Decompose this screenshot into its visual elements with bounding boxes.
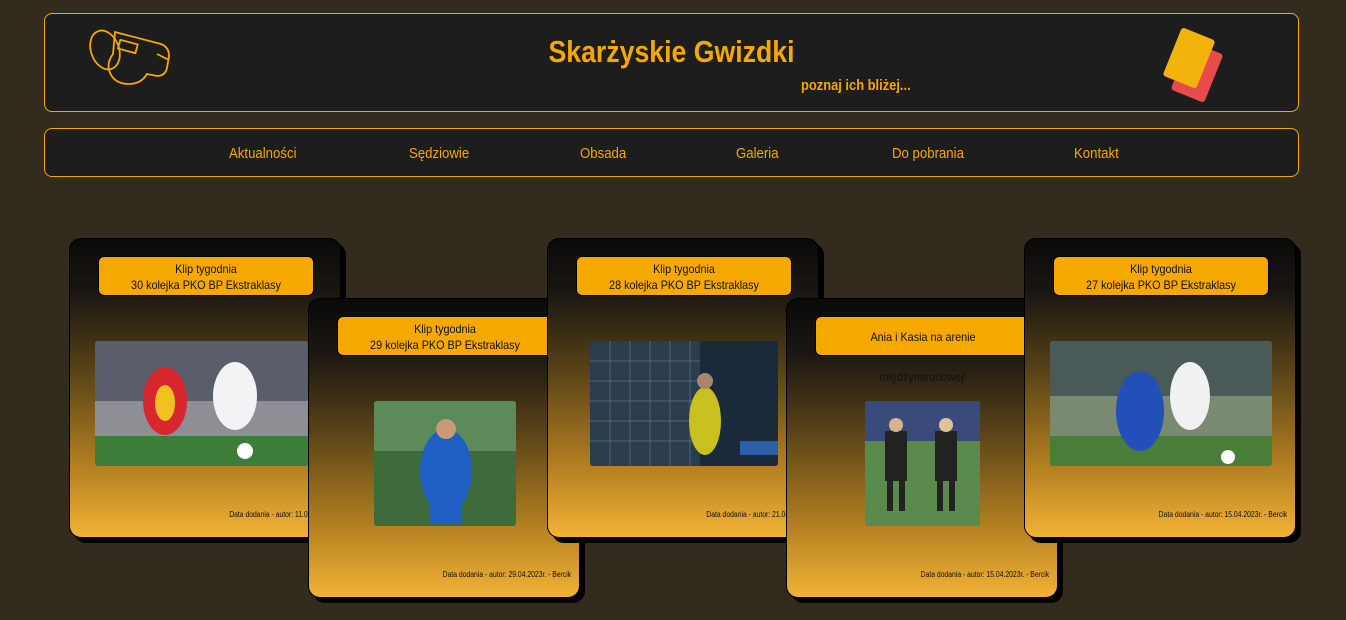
- main-nav: Aktualności Sędziowie Obsada Galeria Do …: [44, 128, 1299, 177]
- card-title-line1: Klip tygodnia: [1130, 262, 1192, 276]
- card-meta: Data dodania - autor: 15.04.2023r. - Ber…: [1158, 510, 1287, 519]
- card-title-line2: 30 kolejka PKO BP Ekstraklasy: [131, 278, 281, 292]
- card-title-line2: 28 kolejka PKO BP Ekstraklasy: [609, 278, 759, 292]
- card-title: Klip tygodnia 29 kolejka PKO BP Ekstrakl…: [337, 316, 553, 356]
- news-card[interactable]: Klip tygodnia 28 kolejka PKO BP Ekstrakl…: [547, 238, 819, 538]
- card-title-line1: Ania i Kasia na arenie międzynarodowej!: [870, 330, 976, 384]
- card-photo[interactable]: [1050, 341, 1272, 466]
- card-title-line2: 29 kolejka PKO BP Ekstraklasy: [370, 338, 520, 352]
- card-title-line1: Klip tygodnia: [414, 322, 476, 336]
- card-title: Klip tygodnia 27 kolejka PKO BP Ekstrakl…: [1053, 256, 1269, 296]
- card-title-line1: Klip tygodnia: [653, 262, 715, 276]
- card-meta: Data dodania - autor: 15.04.2023r. - Ber…: [920, 570, 1049, 579]
- card-photo[interactable]: [590, 341, 778, 466]
- card-title-line2: 27 kolejka PKO BP Ekstraklasy: [1086, 278, 1236, 292]
- news-card[interactable]: Klip tygodnia 30 kolejka PKO BP Ekstrakl…: [69, 238, 341, 538]
- card-title: Klip tygodnia 30 kolejka PKO BP Ekstrakl…: [98, 256, 314, 296]
- card-photo[interactable]: [95, 341, 308, 466]
- news-card[interactable]: Klip tygodnia 29 kolejka PKO BP Ekstrakl…: [308, 298, 580, 598]
- card-meta: Data dodania - autor: 29.04.2023r. - Ber…: [442, 570, 571, 579]
- nav-item-galeria[interactable]: Galeria: [736, 145, 779, 162]
- news-card[interactable]: Klip tygodnia 27 kolejka PKO BP Ekstrakl…: [1024, 238, 1296, 538]
- referee-cards-icon: [1157, 26, 1227, 111]
- card-title: Klip tygodnia 28 kolejka PKO BP Ekstrakl…: [576, 256, 792, 296]
- site-header: Skarżyskie Gwizdki poznaj ich bliżej...: [44, 13, 1299, 112]
- nav-item-aktualnosci[interactable]: Aktualności: [229, 145, 297, 162]
- nav-item-obsada[interactable]: Obsada: [580, 145, 626, 162]
- nav-item-kontakt[interactable]: Kontakt: [1074, 145, 1119, 162]
- nav-item-sedziowie[interactable]: Sędziowie: [409, 145, 469, 162]
- card-photo[interactable]: [374, 401, 516, 526]
- nav-item-do-pobrania[interactable]: Do pobrania: [892, 145, 964, 162]
- card-title-line1: Klip tygodnia: [175, 262, 237, 276]
- site-title: Skarżyskie Gwizdki: [548, 34, 795, 69]
- news-card[interactable]: Ania i Kasia na arenie międzynarodowej! …: [786, 298, 1058, 598]
- card-title: Ania i Kasia na arenie międzynarodowej!: [815, 316, 1031, 384]
- site-subtitle: poznaj ich bliżej...: [801, 77, 911, 94]
- card-photo[interactable]: [865, 401, 980, 526]
